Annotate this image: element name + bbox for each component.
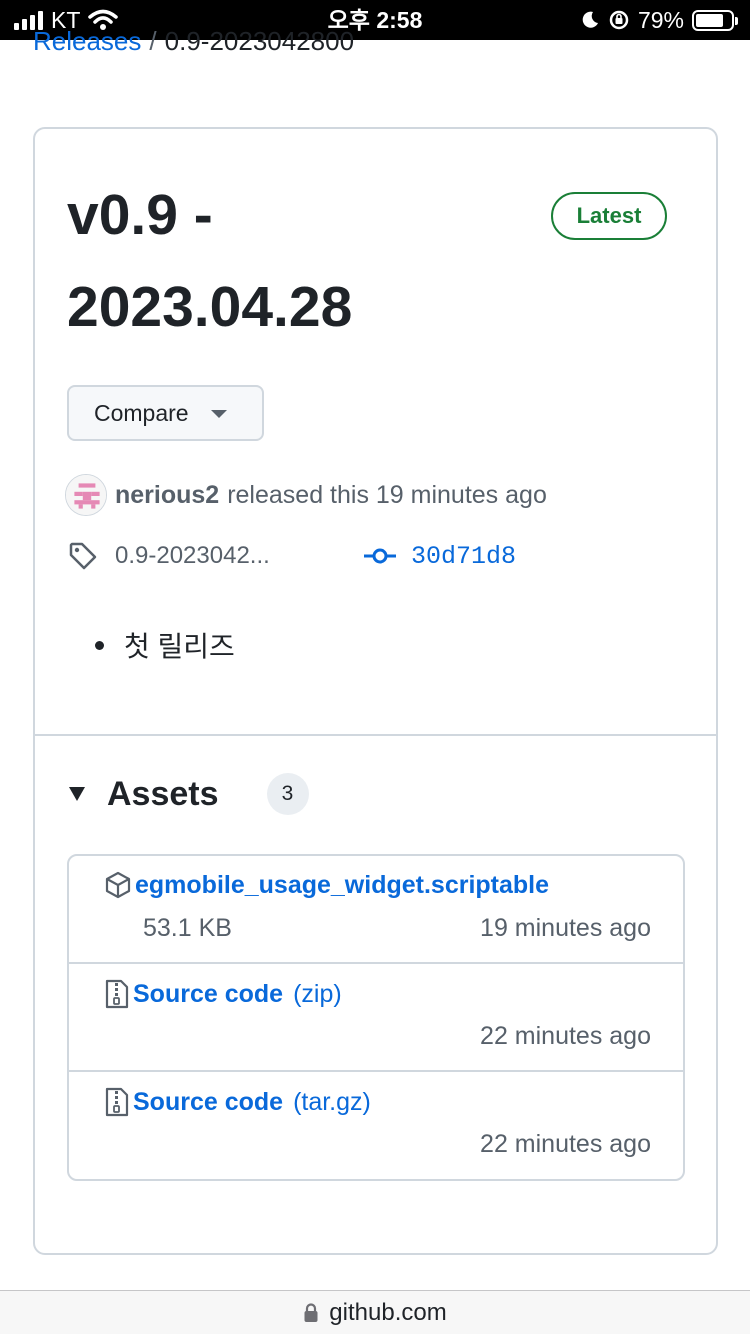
orientation-lock-icon: [609, 10, 629, 30]
release-note-item: 첫 릴리즈: [124, 631, 235, 662]
asset-size: 53.1 KB: [143, 914, 232, 942]
latest-badge: Latest: [551, 192, 667, 240]
moon-icon: [582, 11, 598, 28]
compare-button[interactable]: Compare: [67, 385, 264, 441]
commit-link[interactable]: 30d71d8: [411, 542, 516, 571]
author-row: nerious2 released this 19 minutes ago: [65, 473, 547, 517]
file-zip-icon: [105, 979, 129, 1009]
breadcrumb-releases-link[interactable]: Releases: [33, 26, 141, 56]
avatar[interactable]: [65, 474, 107, 516]
compare-label: Compare: [94, 399, 189, 426]
package-icon: [105, 871, 131, 899]
assets-toggle[interactable]: Assets 3: [69, 769, 309, 819]
section-divider: [35, 734, 716, 736]
asset-name: Source code: [133, 979, 284, 1008]
asset-name: Source code: [133, 1087, 284, 1116]
asset-name: egmobile_usage_widget.scriptable: [135, 870, 550, 899]
asset-link[interactable]: Source code (tar.gz): [103, 1086, 371, 1118]
tag-link[interactable]: 0.9-2023042...: [115, 542, 325, 570]
bullet: [95, 640, 104, 650]
asset-time: 22 minutes ago: [480, 1130, 651, 1158]
release-notes: 첫 릴리즈: [95, 625, 235, 665]
lock-icon: [304, 1302, 318, 1322]
author-name-link[interactable]: nerious2: [115, 481, 219, 510]
git-commit-icon: [364, 548, 396, 564]
asset-format: (tar.gz): [293, 1087, 371, 1116]
release-card: v0.9 - 2023.04.28 Latest Compare nerious…: [33, 127, 718, 1255]
breadcrumb-current: 0.9-2023042800: [164, 26, 355, 56]
breadcrumb-separator: /: [149, 26, 157, 56]
url-domain: github.com: [329, 1298, 447, 1326]
assets-count-badge: 3: [266, 773, 309, 815]
tag-icon: [69, 542, 97, 570]
asset-row: Source code (tar.gz) 22 minutes ago: [69, 1072, 683, 1179]
asset-time: 22 minutes ago: [480, 1022, 651, 1050]
battery-icon: [692, 9, 738, 31]
assets-title: Assets: [107, 774, 219, 813]
asset-time: 19 minutes ago: [480, 914, 651, 942]
url-bar[interactable]: github.com: [0, 1290, 750, 1334]
release-meta-row: 0.9-2023042... 30d71d8: [67, 534, 516, 578]
asset-format: (zip): [293, 979, 342, 1008]
file-zip-icon: [105, 1087, 129, 1117]
asset-link[interactable]: egmobile_usage_widget.scriptable: [103, 870, 549, 900]
chevron-down-icon: [210, 410, 227, 418]
battery-percent: 79%: [637, 6, 684, 33]
asset-list: egmobile_usage_widget.scriptable 53.1 KB…: [67, 854, 685, 1181]
triangle-down-icon: [69, 787, 85, 801]
asset-row: Source code (zip) 22 minutes ago: [69, 964, 683, 1072]
release-title[interactable]: v0.9 - 2023.04.28: [67, 169, 487, 353]
breadcrumb: Releases /0.9-2023042800: [33, 26, 354, 57]
asset-link[interactable]: Source code (zip): [103, 978, 342, 1010]
status-right: 79%: [580, 0, 738, 40]
released-text: released this 19 minutes ago: [227, 480, 547, 509]
asset-row: egmobile_usage_widget.scriptable 53.1 KB…: [69, 856, 683, 964]
